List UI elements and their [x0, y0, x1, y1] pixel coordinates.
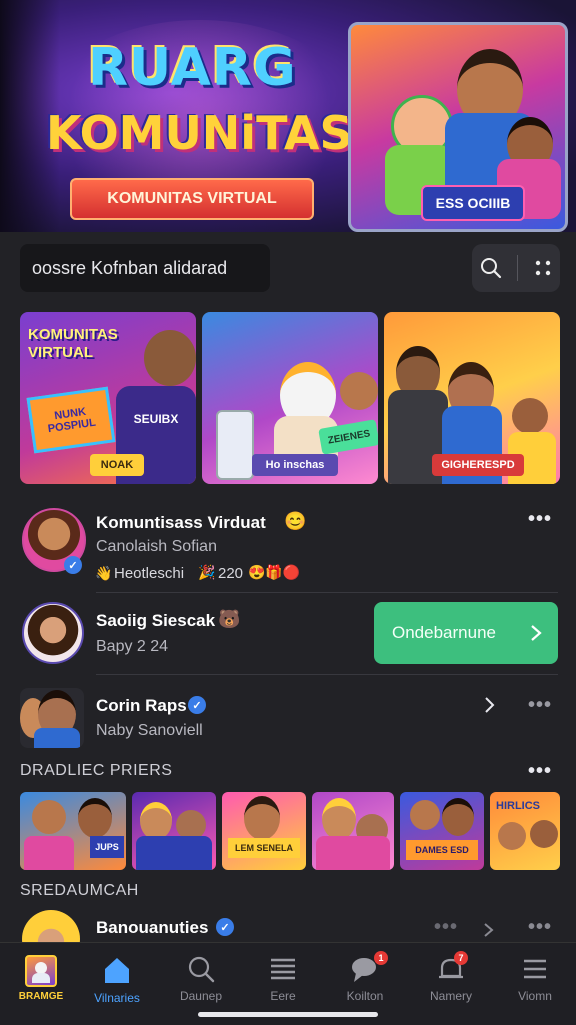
verified-icon: ✓: [188, 696, 206, 714]
group-avatar[interactable]: [20, 688, 84, 748]
nav-label: Eere: [270, 989, 296, 1003]
featured-card-label: Ho inschas: [252, 454, 338, 476]
post-title[interactable]: Saoiig Siescak: [96, 611, 215, 631]
emoji-icon: 🐻: [218, 609, 241, 629]
nav-label: BRAMGE: [18, 991, 64, 1002]
more-options-icon[interactable]: •••: [528, 916, 552, 939]
reaction-label: Heotleschi: [114, 565, 185, 582]
nav-label: Viomn: [518, 989, 552, 1003]
more-options-icon[interactable]: •••: [528, 760, 552, 783]
action-button[interactable]: Ondebarnune: [374, 602, 558, 664]
home-icon: [105, 958, 129, 983]
section-header: DRADLIEC PRIERS: [20, 762, 173, 779]
home-indicator[interactable]: [198, 1012, 378, 1017]
nav-item-notifications[interactable]: 7 Namery: [410, 943, 492, 1013]
thumbnail[interactable]: JUPS: [20, 792, 126, 870]
post-subtitle: Bapy 2 24: [96, 638, 169, 655]
thumbnail[interactable]: LEM SENELA: [222, 792, 306, 870]
thumbnail-text: JUPS: [90, 836, 124, 858]
verified-icon: ✓: [216, 918, 234, 936]
post-subtitle: Naby Sanoviell: [96, 722, 203, 739]
search-input[interactable]: oossre Kofnban alidarad: [20, 244, 270, 292]
featured-card-2[interactable]: ZEIENES Ho inschas: [202, 312, 378, 484]
grid-icon[interactable]: [534, 259, 552, 277]
post-title[interactable]: Banouanuties: [96, 918, 208, 938]
thumbnail[interactable]: [132, 792, 216, 870]
nav-label: Vilnaries: [94, 991, 140, 1005]
search-icon: [188, 956, 215, 983]
thumbnail-text: LEM SENELA: [228, 838, 300, 858]
notification-badge: 1: [374, 951, 388, 965]
more-options-icon[interactable]: •••: [434, 916, 458, 939]
hero-illustration: ESS OCIIIB: [348, 22, 568, 232]
emoji-group-icon: 😍🎁🔴: [248, 564, 301, 580]
nav-label: Daunep: [179, 989, 223, 1003]
avatar[interactable]: [22, 602, 84, 664]
hero-banner[interactable]: RUARG KOMUNiTAS KOMUNITAS VIRTUAL ESS OC…: [0, 0, 576, 232]
thumbnail[interactable]: DAMES ESD: [400, 792, 484, 870]
hero-title-line2: KOMUNiTAS: [46, 106, 353, 160]
feed-icon: [271, 958, 295, 980]
post-title[interactable]: Corin Raps: [96, 696, 187, 716]
featured-card-label: NOAK: [90, 454, 144, 476]
thumbnail[interactable]: [312, 792, 394, 870]
hero-card-badge: ESS OCIIIB: [421, 185, 525, 221]
post-title[interactable]: Komuntisass Virduat: [96, 513, 266, 533]
more-options-icon[interactable]: •••: [528, 694, 552, 717]
hero-title-line1: RUARG: [88, 38, 297, 98]
thumbnail-text: DAMES ESD: [406, 840, 478, 860]
emoji-icon: 😊: [284, 511, 307, 531]
reaction-count: 220: [218, 565, 244, 582]
reaction-icon: 👋: [95, 565, 113, 581]
nav-label: Namery: [429, 989, 472, 1003]
chevron-right-icon: [531, 625, 542, 641]
notification-badge: 7: [454, 951, 468, 965]
hero-ribbon: KOMUNITAS VIRTUAL: [70, 178, 314, 220]
action-button-label: Ondebarnune: [392, 623, 496, 642]
verified-icon: ✓: [64, 556, 82, 574]
share-icon[interactable]: [482, 922, 496, 938]
profile-avatar-icon: [25, 955, 57, 987]
search-icon[interactable]: [480, 257, 502, 279]
thumbnail[interactable]: HIRLICS: [490, 792, 560, 870]
nav-item-search[interactable]: Daunep: [160, 943, 242, 1013]
featured-card-3[interactable]: GIGHERESPD: [384, 312, 560, 484]
more-options-icon[interactable]: •••: [528, 508, 552, 531]
section-header: SREDAUMCAH: [20, 882, 139, 899]
nav-item-chat[interactable]: 1 Koilton: [324, 943, 406, 1013]
nav-item-profile[interactable]: BRAMGE: [0, 943, 82, 1013]
party-icon: 🎉: [198, 564, 216, 580]
nav-label: Koilton: [346, 989, 384, 1003]
share-icon[interactable]: [480, 696, 498, 714]
post-subtitle: Canolaish Sofian: [96, 538, 217, 555]
featured-card-1[interactable]: KOMUNITAS VIRTUAL NUNK POSPIUL SEUIBX NO…: [20, 312, 196, 484]
menu-icon: [524, 959, 546, 979]
featured-card-sign: NUNK POSPIUL: [26, 386, 116, 454]
featured-card-label: GIGHERESPD: [432, 454, 524, 476]
featured-card-title: KOMUNITAS VIRTUAL: [28, 326, 118, 361]
thumbnail-text: HIRLICS: [496, 800, 540, 812]
toolbar-icon-group: [472, 244, 560, 292]
nav-item-home[interactable]: Vilnaries: [76, 943, 158, 1013]
nav-item-feed[interactable]: Eere: [242, 943, 324, 1013]
nav-item-menu[interactable]: Viomn: [494, 943, 576, 1013]
